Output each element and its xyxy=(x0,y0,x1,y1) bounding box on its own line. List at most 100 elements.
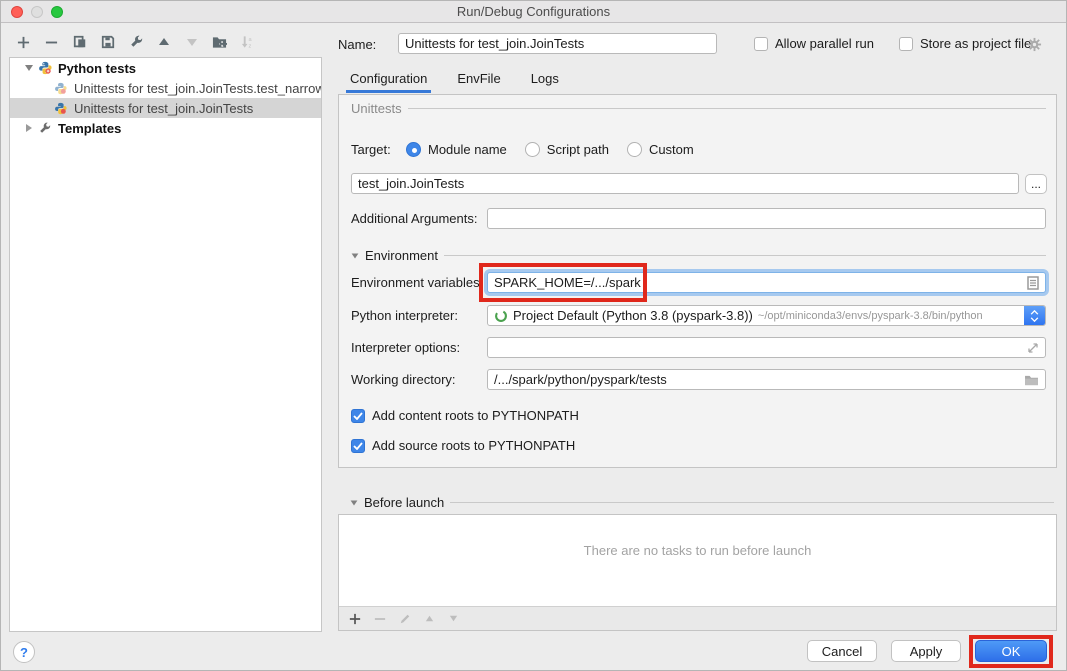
chevron-down-icon[interactable] xyxy=(20,65,38,71)
close-window-button[interactable] xyxy=(11,6,23,18)
tab-logs[interactable]: Logs xyxy=(529,71,561,93)
tree-item-jointests-selected[interactable]: Unittests for test_join.JoinTests xyxy=(10,98,321,118)
tree-group-python-tests[interactable]: Python tests xyxy=(10,58,321,78)
expand-icon[interactable] xyxy=(1027,342,1039,354)
python-tests-icon xyxy=(38,61,54,75)
remove-icon[interactable] xyxy=(43,34,60,51)
minimize-window-button xyxy=(31,6,43,18)
radio-custom[interactable] xyxy=(627,142,642,157)
store-as-project-file-label: Store as project file xyxy=(920,36,1031,51)
unittests-group-header: Unittests xyxy=(351,101,1046,116)
move-up-icon xyxy=(424,613,435,624)
name-input[interactable]: Unittests for test_join.JoinTests xyxy=(398,33,717,54)
environment-group-header[interactable]: Environment xyxy=(351,248,1046,263)
tab-configuration[interactable]: Configuration xyxy=(348,71,429,93)
before-launch-panel: There are no tasks to run before launch xyxy=(338,514,1057,631)
add-source-roots-checkbox[interactable]: Add source roots to PYTHONPATH xyxy=(351,438,575,453)
conda-env-icon xyxy=(494,309,508,323)
add-icon[interactable] xyxy=(15,34,32,51)
window-controls xyxy=(11,6,63,18)
ok-button[interactable]: OK xyxy=(975,640,1047,662)
chevron-up-down-icon[interactable] xyxy=(1024,306,1045,325)
python-interpreter-value: Project Default (Python 3.8 (pyspark-3.8… xyxy=(513,308,753,323)
chevron-down-icon[interactable] xyxy=(352,253,359,258)
radio-module-name[interactable] xyxy=(406,142,421,157)
checkbox-checked-icon[interactable] xyxy=(351,409,365,423)
radio-script-path-label[interactable]: Script path xyxy=(547,142,609,157)
before-launch-title: Before launch xyxy=(364,495,444,510)
tree-item-label: Unittests for test_join.JoinTests xyxy=(74,101,253,116)
additional-arguments-input[interactable] xyxy=(487,208,1046,229)
help-button[interactable]: ? xyxy=(13,641,35,663)
before-launch-toolbar xyxy=(339,606,1056,630)
checkbox-checked-icon[interactable] xyxy=(351,439,365,453)
add-content-roots-checkbox[interactable]: Add content roots to PYTHONPATH xyxy=(351,408,579,423)
radio-custom-label[interactable]: Custom xyxy=(649,142,694,157)
python-test-config-icon xyxy=(54,102,70,115)
tree-group-label: Templates xyxy=(58,121,121,136)
add-icon[interactable] xyxy=(349,613,361,625)
tree-group-templates[interactable]: Templates xyxy=(10,118,321,138)
add-source-roots-label: Add source roots to PYTHONPATH xyxy=(372,438,575,453)
store-as-project-file-checkbox[interactable]: Store as project file xyxy=(899,36,1031,51)
tree-item-test-narrow[interactable]: Unittests for test_join.JoinTests.test_n… xyxy=(10,78,321,98)
gear-icon[interactable] xyxy=(1027,37,1042,52)
svg-text:z: z xyxy=(248,44,251,49)
python-interpreter-label: Python interpreter: xyxy=(351,308,458,323)
chevron-down-icon[interactable] xyxy=(351,500,358,505)
unittests-group-title: Unittests xyxy=(351,101,402,116)
interpreter-options-input[interactable] xyxy=(487,337,1046,358)
edit-templates-wrench-icon[interactable] xyxy=(127,34,144,51)
title-bar: Run/Debug Configurations xyxy=(1,1,1066,23)
checkbox-icon[interactable] xyxy=(754,37,768,51)
target-value: test_join.JoinTests xyxy=(358,176,464,191)
allow-parallel-run-checkbox[interactable]: Allow parallel run xyxy=(754,36,874,51)
templates-wrench-icon xyxy=(38,122,54,135)
name-label: Name: xyxy=(338,37,376,52)
add-content-roots-label: Add content roots to PYTHONPATH xyxy=(372,408,579,423)
environment-group-title: Environment xyxy=(365,248,438,263)
radio-script-path[interactable] xyxy=(525,142,540,157)
target-row: Target: Module name Script path Custom xyxy=(351,138,712,160)
tree-item-label: Unittests for test_join.JoinTests.test_n… xyxy=(74,81,321,96)
browse-env-vars-icon[interactable] xyxy=(1027,276,1039,290)
python-test-config-icon xyxy=(54,82,70,95)
configurations-toolbar: az xyxy=(15,33,256,51)
configuration-panel: Unittests Target: Module name Script pat… xyxy=(338,94,1057,468)
copy-icon[interactable] xyxy=(71,34,88,51)
zoom-window-button[interactable] xyxy=(51,6,63,18)
chevron-right-icon[interactable] xyxy=(20,124,38,132)
environment-variables-input[interactable]: SPARK_HOME=/.../spark xyxy=(487,272,1046,293)
checkbox-icon[interactable] xyxy=(899,37,913,51)
additional-arguments-label: Additional Arguments: xyxy=(351,211,477,226)
run-debug-configurations-dialog: Run/Debug Configurations az Python tests… xyxy=(0,0,1067,671)
tab-envfile[interactable]: EnvFile xyxy=(455,71,502,93)
new-folder-icon[interactable] xyxy=(211,34,228,51)
before-launch-header[interactable]: Before launch xyxy=(350,495,1054,510)
working-directory-value: /.../spark/python/pyspark/tests xyxy=(494,372,667,387)
working-directory-input[interactable]: /.../spark/python/pyspark/tests xyxy=(487,369,1046,390)
apply-button[interactable]: Apply xyxy=(891,640,961,662)
sort-alpha-icon: az xyxy=(239,34,256,51)
python-interpreter-select[interactable]: Project Default (Python 3.8 (pyspark-3.8… xyxy=(487,305,1046,326)
name-value: Unittests for test_join.JoinTests xyxy=(405,36,584,51)
target-label: Target: xyxy=(351,142,403,157)
target-input[interactable]: test_join.JoinTests xyxy=(351,173,1019,194)
configurations-tree: Python tests Unittests for test_join.Joi… xyxy=(9,57,322,632)
allow-parallel-run-label: Allow parallel run xyxy=(775,36,874,51)
tree-group-label: Python tests xyxy=(58,61,136,76)
folder-icon[interactable] xyxy=(1024,374,1039,386)
python-interpreter-path: ~/opt/miniconda3/envs/pyspark-3.8/bin/py… xyxy=(758,310,983,322)
radio-module-name-label[interactable]: Module name xyxy=(428,142,507,157)
before-launch-empty-text: There are no tasks to run before launch xyxy=(339,543,1056,558)
move-up-icon[interactable] xyxy=(155,34,172,51)
environment-variables-value: SPARK_HOME=/.../spark xyxy=(494,275,641,290)
config-tabs: Configuration EnvFile Logs xyxy=(348,67,561,93)
interpreter-options-label: Interpreter options: xyxy=(351,340,460,355)
cancel-button[interactable]: Cancel xyxy=(807,640,877,662)
edit-pencil-icon xyxy=(399,613,411,625)
remove-icon xyxy=(374,613,386,625)
save-icon[interactable] xyxy=(99,34,116,51)
working-directory-label: Working directory: xyxy=(351,372,456,387)
browse-target-button[interactable]: ... xyxy=(1025,174,1047,194)
